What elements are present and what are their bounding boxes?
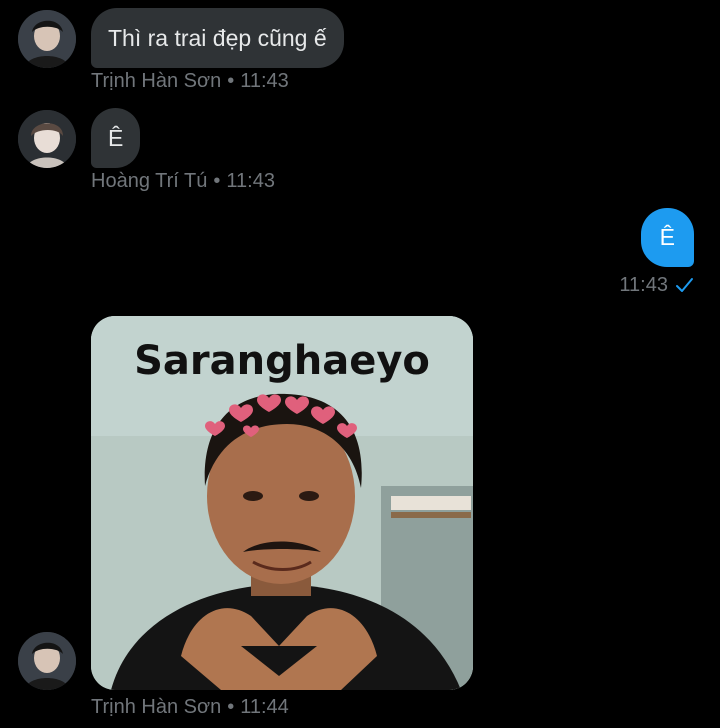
message-time: 11:43: [619, 274, 668, 296]
message-text: Ê: [108, 125, 124, 151]
sender-name[interactable]: Trịnh Hàn Sơn: [91, 696, 221, 718]
message-time: 11:43: [226, 170, 275, 192]
message-meta: Trịnh Hàn Sơn • 11:44: [91, 695, 289, 719]
message-meta: Trịnh Hàn Sơn • 11:43: [91, 69, 289, 93]
separator: •: [213, 170, 221, 192]
dm-conversation: Thì ra trai đẹp cũng ế Trịnh Hàn Sơn • 11:…: [0, 0, 720, 728]
separator: •: [227, 696, 235, 718]
incoming-message-bubble[interactable]: Thì ra trai đẹp cũng ế: [91, 8, 344, 68]
avatar-trinh-han-son-icon: [18, 10, 76, 68]
avatar[interactable]: [18, 632, 76, 690]
message-time: 11:44: [240, 696, 289, 718]
avatar[interactable]: [18, 10, 76, 68]
incoming-message-bubble[interactable]: Ê: [91, 108, 141, 168]
check-icon: [676, 278, 693, 292]
message-meta: 11:43: [619, 273, 694, 297]
message-time: 11:43: [240, 70, 289, 92]
sender-name[interactable]: Trịnh Hàn Sơn: [91, 70, 221, 92]
avatar-hoang-tri-tu-icon: [18, 110, 76, 168]
message-meta: Hoàng Trí Tú • 11:43: [91, 169, 275, 193]
outgoing-message-bubble[interactable]: Ê: [640, 208, 694, 267]
message-text: Ê: [659, 224, 675, 250]
separator: •: [227, 70, 235, 92]
avatar[interactable]: [18, 110, 76, 168]
sender-name[interactable]: Hoàng Trí Tú: [91, 170, 207, 192]
avatar-trinh-han-son-icon: [18, 632, 76, 690]
image-caption: Saranghaeyo: [134, 338, 430, 384]
image-message[interactable]: Saranghaeyo: [91, 316, 473, 690]
message-text: Thì ra trai đẹp cũng ế: [108, 25, 327, 51]
